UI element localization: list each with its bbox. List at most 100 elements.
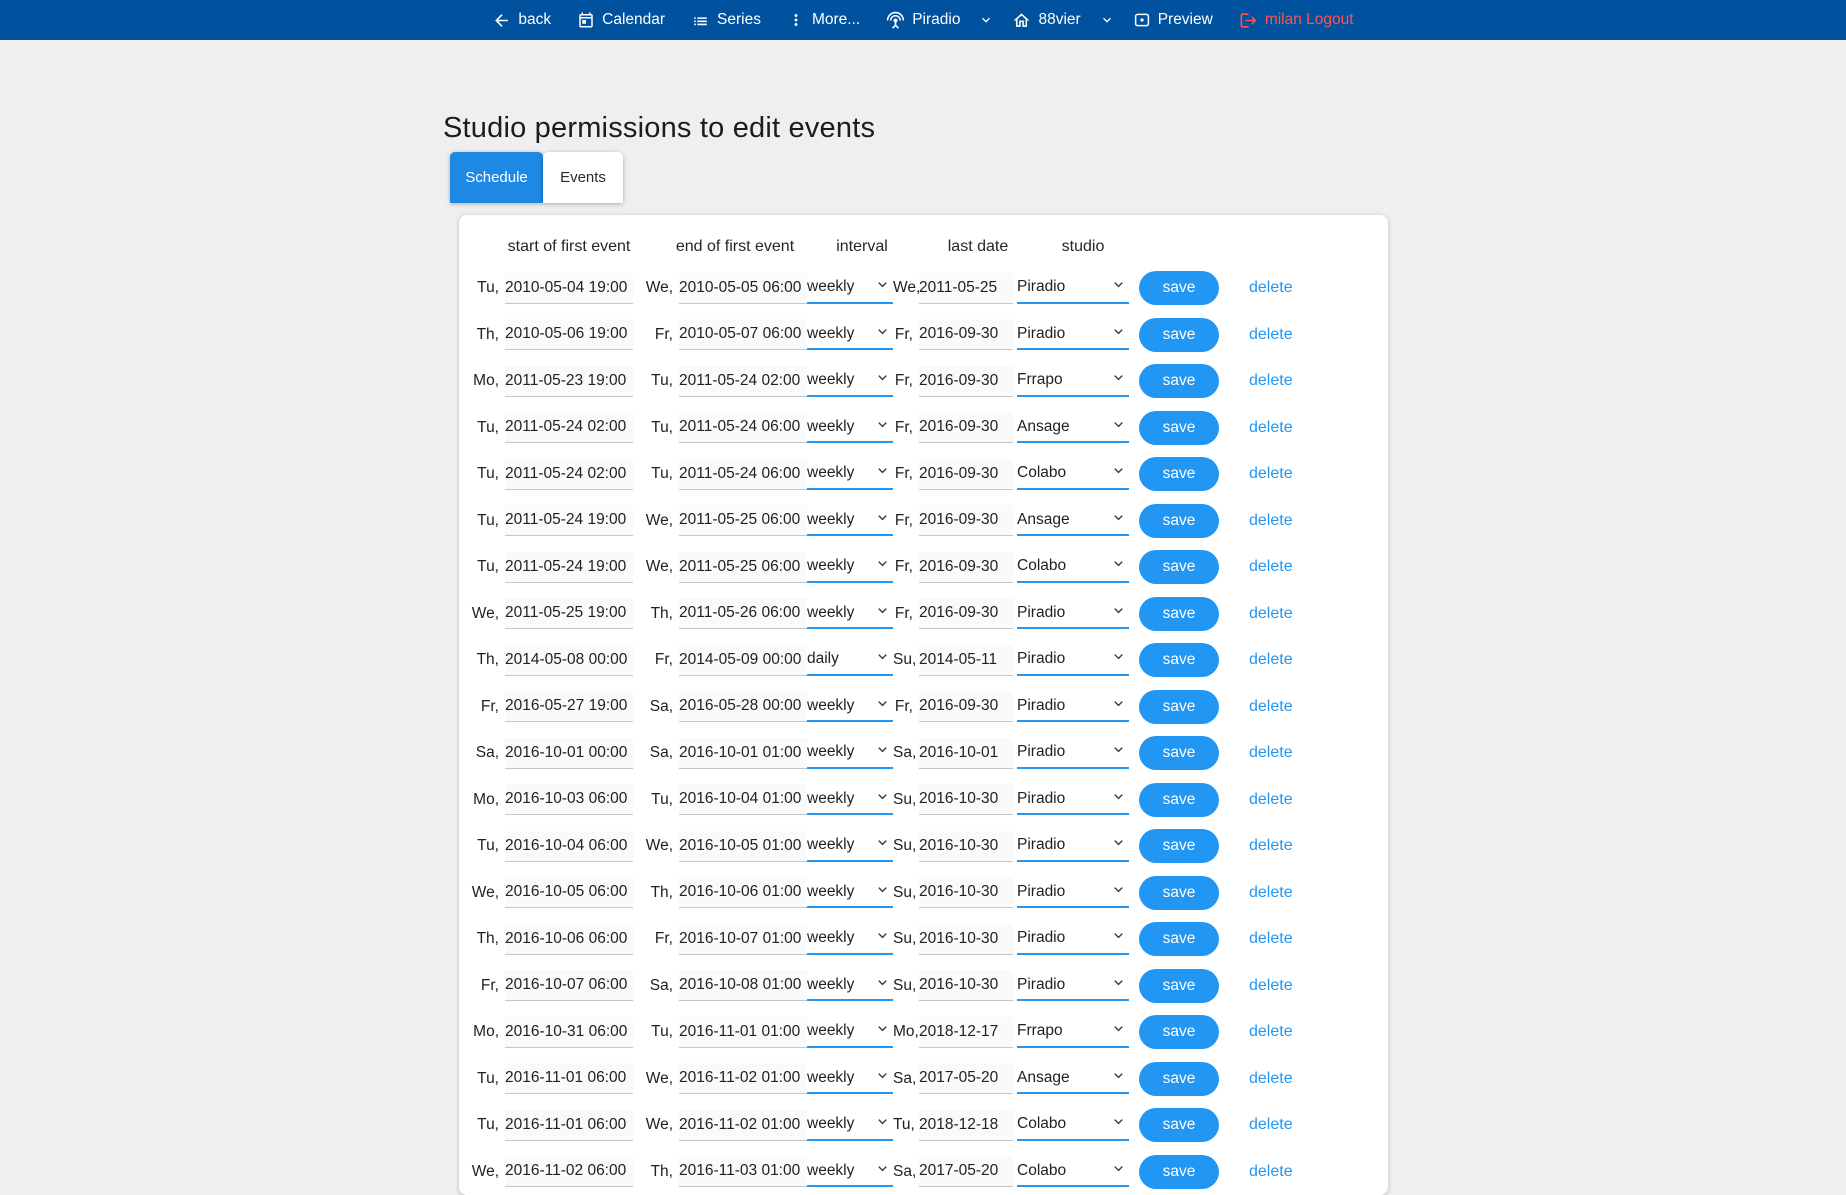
end-datetime-input[interactable]: 2016-10-07 01:00 <box>679 924 807 955</box>
delete-link[interactable]: delete <box>1249 1023 1293 1041</box>
save-button[interactable]: save <box>1139 922 1219 956</box>
studio-select[interactable]: Piradio <box>1017 784 1129 815</box>
end-datetime-input[interactable]: 2016-10-04 01:00 <box>679 784 807 815</box>
last-date-input[interactable]: 2016-10-30 <box>919 924 1013 955</box>
interval-select[interactable]: weekly <box>807 459 893 490</box>
delete-link[interactable]: delete <box>1249 791 1293 809</box>
interval-select[interactable]: weekly <box>807 924 893 955</box>
start-datetime-input[interactable]: 2016-05-27 19:00 <box>505 691 633 722</box>
end-datetime-input[interactable]: 2016-11-01 01:00 <box>679 1017 807 1048</box>
start-datetime-input[interactable]: 2016-10-06 06:00 <box>505 924 633 955</box>
start-datetime-input[interactable]: 2016-10-07 06:00 <box>505 970 633 1001</box>
studio-select[interactable]: Ansage <box>1017 412 1129 443</box>
interval-select[interactable]: weekly <box>807 831 893 862</box>
interval-select[interactable]: weekly <box>807 877 893 908</box>
save-button[interactable]: save <box>1139 829 1219 863</box>
nav-piradio[interactable]: Piradio <box>886 11 960 30</box>
88vier-dropdown-chevron-icon[interactable] <box>1099 12 1115 28</box>
save-button[interactable]: save <box>1139 550 1219 584</box>
start-datetime-input[interactable]: 2011-05-25 19:00 <box>505 598 633 629</box>
delete-link[interactable]: delete <box>1249 512 1293 530</box>
studio-select[interactable]: Piradio <box>1017 273 1129 304</box>
studio-select[interactable]: Piradio <box>1017 645 1129 676</box>
studio-select[interactable]: Piradio <box>1017 738 1129 769</box>
interval-select[interactable]: weekly <box>807 412 893 443</box>
end-datetime-input[interactable]: 2011-05-24 06:00 <box>679 412 807 443</box>
delete-link[interactable]: delete <box>1249 558 1293 576</box>
save-button[interactable]: save <box>1139 364 1219 398</box>
last-date-input[interactable]: 2016-09-30 <box>919 459 1013 490</box>
last-date-input[interactable]: 2016-09-30 <box>919 691 1013 722</box>
interval-select[interactable]: weekly <box>807 1063 893 1094</box>
start-datetime-input[interactable]: 2016-11-01 06:00 <box>505 1063 633 1094</box>
nav-calendar[interactable]: Calendar <box>577 11 665 29</box>
end-datetime-input[interactable]: 2011-05-24 02:00 <box>679 366 807 397</box>
delete-link[interactable]: delete <box>1249 977 1293 995</box>
nav-series[interactable]: Series <box>691 11 761 30</box>
end-datetime-input[interactable]: 2010-05-05 06:00 <box>679 273 807 304</box>
end-datetime-input[interactable]: 2014-05-09 00:00 <box>679 645 807 676</box>
delete-link[interactable]: delete <box>1249 837 1293 855</box>
interval-select[interactable]: weekly <box>807 691 893 722</box>
save-button[interactable]: save <box>1139 736 1219 770</box>
piradio-dropdown-chevron-icon[interactable] <box>978 12 994 28</box>
last-date-input[interactable]: 2016-10-30 <box>919 877 1013 908</box>
nav-back[interactable]: back <box>492 11 551 30</box>
interval-select[interactable]: weekly <box>807 319 893 350</box>
interval-select[interactable]: weekly <box>807 970 893 1001</box>
save-button[interactable]: save <box>1139 690 1219 724</box>
end-datetime-input[interactable]: 2016-10-05 01:00 <box>679 831 807 862</box>
start-datetime-input[interactable]: 2016-10-03 06:00 <box>505 784 633 815</box>
studio-select[interactable]: Colabo <box>1017 459 1129 490</box>
end-datetime-input[interactable]: 2011-05-25 06:00 <box>679 552 807 583</box>
interval-select[interactable]: weekly <box>807 273 893 304</box>
start-datetime-input[interactable]: 2014-05-08 00:00 <box>505 645 633 676</box>
save-button[interactable]: save <box>1139 504 1219 538</box>
tab-schedule[interactable]: Schedule <box>450 152 543 203</box>
studio-select[interactable]: Piradio <box>1017 970 1129 1001</box>
save-button[interactable]: save <box>1139 1062 1219 1096</box>
save-button[interactable]: save <box>1139 411 1219 445</box>
last-date-input[interactable]: 2016-09-30 <box>919 505 1013 536</box>
delete-link[interactable]: delete <box>1249 930 1293 948</box>
last-date-input[interactable]: 2014-05-11 <box>919 645 1013 676</box>
nav-logout[interactable]: milan Logout <box>1239 11 1354 30</box>
save-button[interactable]: save <box>1139 597 1219 631</box>
interval-select[interactable]: weekly <box>807 784 893 815</box>
interval-select[interactable]: daily <box>807 645 893 676</box>
studio-select[interactable]: Frrapo <box>1017 1017 1129 1048</box>
start-datetime-input[interactable]: 2011-05-24 02:00 <box>505 459 633 490</box>
delete-link[interactable]: delete <box>1249 605 1293 623</box>
start-datetime-input[interactable]: 2016-10-05 06:00 <box>505 877 633 908</box>
last-date-input[interactable]: 2016-09-30 <box>919 598 1013 629</box>
end-datetime-input[interactable]: 2010-05-07 06:00 <box>679 319 807 350</box>
delete-link[interactable]: delete <box>1249 279 1293 297</box>
last-date-input[interactable]: 2016-09-30 <box>919 366 1013 397</box>
interval-select[interactable]: weekly <box>807 1017 893 1048</box>
nav-more[interactable]: More... <box>787 11 860 29</box>
studio-select[interactable]: Piradio <box>1017 831 1129 862</box>
end-datetime-input[interactable]: 2016-11-03 01:00 <box>679 1156 807 1187</box>
studio-select[interactable]: Colabo <box>1017 1156 1129 1187</box>
delete-link[interactable]: delete <box>1249 1116 1293 1134</box>
save-button[interactable]: save <box>1139 457 1219 491</box>
save-button[interactable]: save <box>1139 1155 1219 1189</box>
last-date-input[interactable]: 2017-05-20 <box>919 1156 1013 1187</box>
last-date-input[interactable]: 2016-10-01 <box>919 738 1013 769</box>
last-date-input[interactable]: 2018-12-17 <box>919 1017 1013 1048</box>
last-date-input[interactable]: 2016-09-30 <box>919 319 1013 350</box>
studio-select[interactable]: Piradio <box>1017 924 1129 955</box>
nav-preview[interactable]: Preview <box>1133 11 1213 29</box>
interval-select[interactable]: weekly <box>807 505 893 536</box>
studio-select[interactable]: Piradio <box>1017 691 1129 722</box>
end-datetime-input[interactable]: 2011-05-24 06:00 <box>679 459 807 490</box>
studio-select[interactable]: Frrapo <box>1017 366 1129 397</box>
save-button[interactable]: save <box>1139 643 1219 677</box>
delete-link[interactable]: delete <box>1249 465 1293 483</box>
save-button[interactable]: save <box>1139 783 1219 817</box>
nav-88vier[interactable]: 88vier <box>1012 11 1080 30</box>
studio-select[interactable]: Ansage <box>1017 505 1129 536</box>
last-date-input[interactable]: 2016-09-30 <box>919 412 1013 443</box>
delete-link[interactable]: delete <box>1249 884 1293 902</box>
end-datetime-input[interactable]: 2016-10-01 01:00 <box>679 738 807 769</box>
